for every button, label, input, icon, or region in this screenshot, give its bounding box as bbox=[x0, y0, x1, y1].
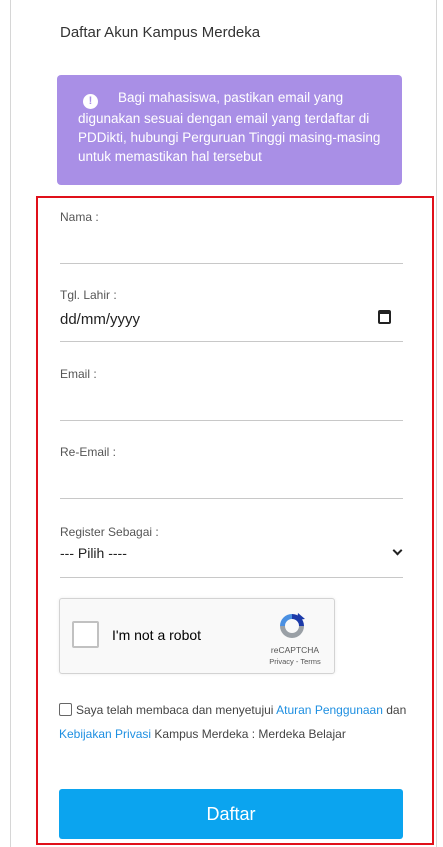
page-title: Daftar Akun Kampus Merdeka bbox=[60, 24, 261, 41]
recaptcha-brand: reCAPTCHA bbox=[270, 645, 320, 655]
recaptcha-label: I'm not a robot bbox=[112, 627, 202, 643]
re-email-field[interactable]: Re-Email : bbox=[60, 445, 403, 499]
agreement-text-2: dan bbox=[386, 703, 407, 717]
chevron-down-icon[interactable] bbox=[392, 545, 403, 556]
terms-of-use-link[interactable]: Aturan Penggunaan bbox=[276, 703, 383, 717]
alert-line-4: untuk memastikan hal tersebut bbox=[78, 149, 262, 164]
registration-form: Nama : Tgl. Lahir : dd/mm/yyyy Email : R… bbox=[36, 196, 434, 845]
register-as-value[interactable]: --- Pilih ---- bbox=[60, 545, 127, 561]
register-as-select[interactable]: Register Sebagai : --- Pilih ---- bbox=[60, 525, 403, 578]
nama-label: Nama : bbox=[60, 210, 99, 224]
agreement-text-1: Saya telah membaca dan menyetujui bbox=[76, 703, 274, 717]
nama-field[interactable]: Nama : bbox=[60, 210, 403, 264]
email-field[interactable]: Email : bbox=[60, 367, 403, 421]
exclamation-icon: ! bbox=[83, 94, 98, 109]
alert-line-2: digunakan sesuai dengan email yang terda… bbox=[78, 111, 370, 126]
register-button[interactable]: Daftar bbox=[59, 789, 403, 839]
info-alert: ! Bagi mahasiswa, pastikan email yang dig… bbox=[57, 75, 402, 185]
birthdate-value[interactable]: dd/mm/yyyy bbox=[60, 311, 140, 328]
register-as-label: Register Sebagai : bbox=[60, 525, 159, 539]
privacy-policy-link[interactable]: Kebijakan Privasi bbox=[59, 727, 151, 741]
agreement-checkbox[interactable] bbox=[59, 703, 72, 716]
calendar-icon[interactable] bbox=[378, 310, 391, 324]
re-email-label: Re-Email : bbox=[60, 445, 117, 459]
birthdate-field[interactable]: Tgl. Lahir : dd/mm/yyyy bbox=[60, 288, 403, 342]
alert-line-1: Bagi mahasiswa, pastikan email yang bbox=[118, 90, 344, 105]
recaptcha-logo-icon bbox=[280, 613, 305, 638]
recaptcha-checkbox[interactable] bbox=[72, 621, 99, 648]
birthdate-label: Tgl. Lahir : bbox=[60, 288, 117, 302]
email-label: Email : bbox=[60, 367, 97, 381]
recaptcha-widget: I'm not a robot reCAPTCHA Privacy - Term… bbox=[59, 598, 335, 674]
alert-line-3: PDDikti, hubungi Perguruan Tinggi masing… bbox=[78, 130, 381, 145]
agreement-text-3: Kampus Merdeka : Merdeka Belajar bbox=[154, 727, 346, 741]
agreement-text: Saya telah membaca dan menyetujui Aturan… bbox=[59, 698, 409, 746]
recaptcha-privacy-terms[interactable]: Privacy - Terms bbox=[260, 657, 330, 666]
